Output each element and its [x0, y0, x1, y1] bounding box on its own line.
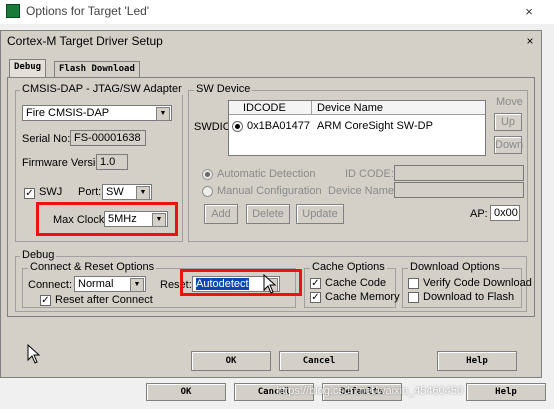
max-clock-value: 5MHz	[108, 213, 137, 225]
mouse-pointer-icon	[27, 344, 41, 364]
col-device-name: Device Name	[317, 102, 384, 114]
swj-label: SWJ	[39, 186, 63, 198]
connect-value: Normal	[78, 278, 114, 290]
serial-field: FS-00001638	[70, 130, 146, 146]
update-button[interactable]: Update	[296, 204, 344, 224]
debug-group-label: Debug	[20, 249, 57, 261]
outer-title-bar: Options for Target 'Led' ×	[0, 0, 554, 24]
tab-debug[interactable]: Debug	[9, 59, 47, 78]
id-code-label: ID CODE:	[345, 168, 394, 180]
column-divider	[311, 101, 312, 115]
device-name-field[interactable]	[394, 182, 524, 198]
swj-checkbox[interactable]: ✓	[24, 188, 35, 199]
auto-detect-radio[interactable]	[202, 169, 213, 180]
connect-label: Connect:	[28, 279, 73, 291]
delete-button[interactable]: Delete	[246, 204, 290, 224]
outer-help-button[interactable]: Help	[466, 383, 546, 401]
chevron-down-icon: ▼	[156, 107, 170, 121]
port-select[interactable]: SW ▼	[102, 184, 152, 200]
chevron-down-icon: ▼	[130, 278, 144, 292]
adapter-device-select[interactable]: Fire CMSIS-DAP ▼	[22, 105, 172, 121]
sw-device-group-label: SW Device	[194, 83, 253, 95]
verify-code-label: Verify Code Download	[423, 277, 532, 289]
swdio-label: SWDIO	[194, 121, 232, 133]
keil-app-icon	[6, 4, 20, 18]
cache-memory-label: Cache Memory	[325, 291, 400, 303]
cache-memory-checkbox[interactable]: ✓	[310, 292, 321, 303]
manual-config-label: Manual Configuration	[217, 185, 322, 197]
adapter-device-value: Fire CMSIS-DAP	[26, 107, 110, 119]
ap-field[interactable]: 0x00	[490, 205, 520, 221]
watermark-text: https://blog.csdn.net/waixin_45460450	[276, 385, 464, 397]
cache-code-checkbox[interactable]: ✓	[310, 278, 321, 289]
driver-setup-dialog: Cortex-M Target Driver Setup × Debug Fla…	[0, 30, 542, 378]
verify-code-checkbox[interactable]	[408, 278, 419, 289]
sw-device-table-header: IDCODE Device Name	[229, 101, 485, 115]
port-value: SW	[106, 186, 124, 198]
dialog-help-button[interactable]: Help	[437, 351, 517, 371]
serial-label: Serial No:	[22, 133, 71, 145]
reset-value: Autodetect	[196, 278, 249, 290]
connect-select[interactable]: Normal ▼	[74, 276, 146, 292]
sw-device-table[interactable]: IDCODE Device Name 0x1BA01477 ARM CoreSi…	[228, 100, 486, 156]
move-down-button[interactable]: Down	[494, 136, 523, 154]
col-idcode: IDCODE	[243, 102, 286, 114]
download-flash-label: Download to Flash	[423, 291, 515, 303]
port-label: Port:	[78, 186, 102, 198]
move-label: Move	[496, 96, 523, 108]
cache-code-label: Cache Code	[325, 277, 387, 289]
debug-tab-page: CMSIS-DAP - JTAG/SW Adapter Fire CMSIS-D…	[7, 77, 535, 317]
dialog-close-icon[interactable]: ×	[521, 33, 539, 49]
dialog-title: Cortex-M Target Driver Setup	[7, 34, 163, 48]
mouse-cursor-icon	[263, 274, 277, 294]
dialog-title-bar: Cortex-M Target Driver Setup ×	[1, 31, 541, 51]
download-options-label: Download Options	[408, 261, 502, 273]
reset-after-connect-label: Reset after Connect	[55, 294, 153, 306]
id-code-field[interactable]	[394, 165, 524, 181]
chevron-down-icon: ▼	[152, 213, 166, 227]
download-flash-checkbox[interactable]	[408, 292, 419, 303]
firmware-field: 1.0	[96, 154, 128, 170]
reset-after-connect-checkbox[interactable]: ✓	[40, 295, 51, 306]
row-device-name: ARM CoreSight SW-DP	[317, 120, 433, 132]
dialog-ok-button[interactable]: OK	[191, 351, 271, 371]
outer-window-title: Options for Target 'Led'	[26, 4, 150, 18]
max-clock-select[interactable]: 5MHz ▼	[104, 211, 168, 227]
chevron-down-icon: ▼	[136, 186, 150, 200]
cache-options-label: Cache Options	[310, 261, 387, 273]
tab-flash-download[interactable]: Flash Download	[54, 61, 140, 78]
adapter-group-label: CMSIS-DAP - JTAG/SW Adapter	[20, 83, 184, 95]
ap-label: AP:	[470, 208, 488, 220]
device-name-label: Device Name:	[328, 185, 398, 197]
row-idcode: 0x1BA01477	[247, 120, 310, 132]
outer-ok-button[interactable]: OK	[146, 383, 226, 401]
add-button[interactable]: Add	[204, 204, 238, 224]
outer-close-icon[interactable]: ×	[512, 3, 546, 20]
dialog-cancel-button[interactable]: Cancel	[279, 351, 359, 371]
max-clock-label: Max Clock:	[53, 214, 108, 226]
auto-detect-label: Automatic Detection	[217, 168, 316, 180]
move-up-button[interactable]: Up	[494, 113, 522, 131]
manual-config-radio[interactable]	[202, 186, 213, 197]
device-row-radio[interactable]	[232, 121, 243, 132]
connect-reset-group-label: Connect & Reset Options	[28, 261, 157, 273]
